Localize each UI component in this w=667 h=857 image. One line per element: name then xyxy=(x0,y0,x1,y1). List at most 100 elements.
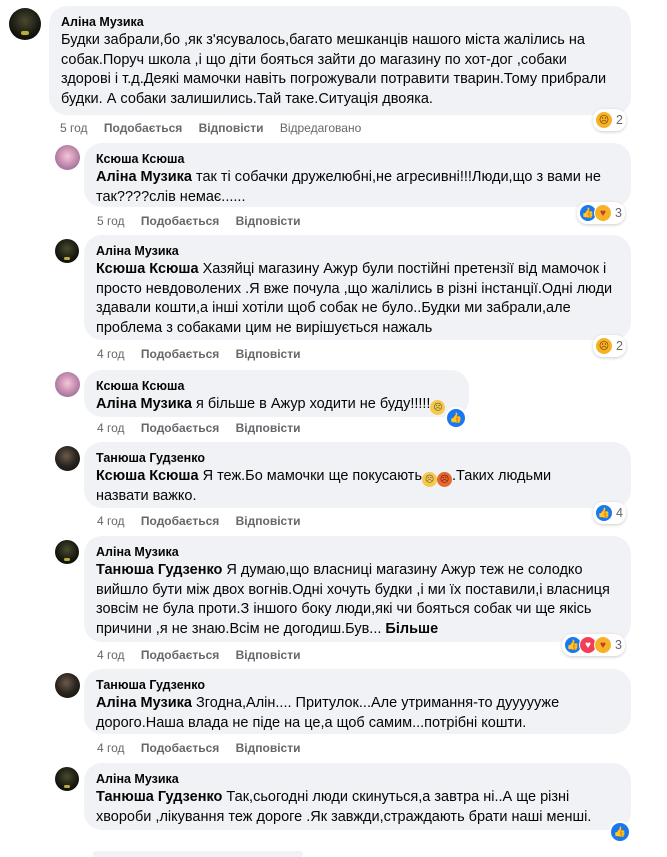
comment-time[interactable]: 4 год xyxy=(97,741,125,755)
mention-link[interactable]: Ксюша Ксюша xyxy=(96,468,199,484)
comment-actions: 4 год Подобається Відповісти xyxy=(97,513,313,529)
avatar[interactable] xyxy=(55,673,80,698)
comment-bubble: Аліна Музика Будки забрали,бо ,як з'ясув… xyxy=(49,6,631,115)
reply-button[interactable]: Відповісти xyxy=(236,214,301,228)
comment-bubble: Танюша Гудзенко Аліна Музика Згодна,Алін… xyxy=(84,669,631,734)
like-button[interactable]: Подобається xyxy=(141,421,219,435)
comment-body: я більше в Ажур ходити не буду!!!!! xyxy=(191,396,431,412)
avatar[interactable] xyxy=(55,372,80,397)
next-comment-bubble-edge xyxy=(93,851,303,857)
comment-time[interactable]: 4 год xyxy=(97,514,125,528)
comment-actions: 4 год Подобається Відповісти xyxy=(97,420,313,436)
comment-actions: 4 год Подобається Відповісти xyxy=(97,346,313,362)
sad-face-emoji: ☹ xyxy=(422,472,438,487)
reply-button[interactable]: Відповісти xyxy=(236,347,301,361)
avatar[interactable] xyxy=(55,446,80,471)
comment-item: Ксюша Ксюша Аліна Музика я більше в Ажур… xyxy=(0,367,667,439)
comment-item: Аліна Музика Танюша Гудзенко Я думаю,що … xyxy=(0,533,667,666)
comment-bubble: Аліна Музика Танюша Гудзенко Так,сьогодн… xyxy=(84,763,631,830)
reaction-summary[interactable]: ☹ 2 xyxy=(593,109,626,131)
reply-button[interactable]: Відповісти xyxy=(236,421,301,435)
mention-link[interactable]: Танюша Гудзенко xyxy=(96,789,222,805)
avatar[interactable] xyxy=(9,8,41,40)
comment-author[interactable]: Танюша Гудзенко xyxy=(96,450,619,466)
like-button[interactable]: Подобається xyxy=(141,214,219,228)
reaction-summary[interactable]: 👍 4 xyxy=(593,502,626,524)
comment-time[interactable]: 4 год xyxy=(97,347,125,361)
comment-text: Будки забрали,бо ,як з'ясувалось,багато … xyxy=(61,32,607,107)
care-reaction-icon: ♥ xyxy=(594,204,612,222)
reaction-summary[interactable]: 👍 ♥ 3 xyxy=(577,202,625,224)
comment-author[interactable]: Аліна Музика xyxy=(96,544,619,560)
sad-face-emoji: ☹ xyxy=(430,400,446,415)
reply-button[interactable]: Відповісти xyxy=(236,648,301,662)
reaction-count: 3 xyxy=(615,206,622,220)
comment-bubble: Ксюша Ксюша Аліна Музика я більше в Ажур… xyxy=(84,370,469,417)
comment-time[interactable]: 4 год xyxy=(97,421,125,435)
comment-author[interactable]: Ксюша Ксюша xyxy=(96,378,457,394)
see-more-link[interactable]: Більше xyxy=(385,621,438,637)
comment-text: Ксюша Ксюша Я теж.Бо мамочки ще покусают… xyxy=(96,467,619,507)
comment-item: Ксюша Ксюша Аліна Музика так ті собачки … xyxy=(0,140,667,232)
like-button[interactable]: Подобається xyxy=(141,648,219,662)
comment-item: Аліна Музика Будки забрали,бо ,як з'ясув… xyxy=(0,0,667,140)
like-button[interactable]: Подобається xyxy=(141,347,219,361)
comment-actions: 5 год Подобається Відповісти Відредагова… xyxy=(60,120,374,136)
avatar[interactable] xyxy=(55,145,80,170)
sad-reaction-icon: ☹ xyxy=(595,111,613,129)
mention-link[interactable]: Аліна Музика xyxy=(96,169,192,185)
mention-link[interactable]: Танюша Гудзенко xyxy=(96,562,222,578)
comment-text: Аліна Музика я більше в Ажур ходити не б… xyxy=(96,395,457,415)
comment-actions: 4 год Подобається Відповісти xyxy=(97,740,313,756)
reply-button[interactable]: Відповісти xyxy=(199,121,264,135)
angry-face-emoji: ☹ xyxy=(437,472,453,487)
reaction-count: 3 xyxy=(615,638,622,652)
comment-author[interactable]: Ксюша Ксюша xyxy=(96,151,619,167)
comment-text: Аліна Музика Згодна,Алін.... Притулок...… xyxy=(96,694,619,733)
like-reaction-icon[interactable]: 👍 xyxy=(445,407,467,429)
mention-link[interactable]: Аліна Музика xyxy=(96,396,192,412)
like-reaction-icon[interactable]: 👍 xyxy=(609,821,631,843)
like-button[interactable]: Подобається xyxy=(141,514,219,528)
avatar[interactable] xyxy=(55,540,79,564)
reaction-summary[interactable]: 👍 ♥ ♥ 3 xyxy=(562,634,625,656)
mention-link[interactable]: Ксюша Ксюша xyxy=(96,261,199,277)
comment-author[interactable]: Аліна Музика xyxy=(61,14,619,30)
comment-author[interactable]: Аліна Музика xyxy=(96,771,619,787)
comment-time[interactable]: 5 год xyxy=(60,121,88,135)
reaction-count: 4 xyxy=(616,506,623,520)
comment-item: Танюша Гудзенко Ксюша Ксюша Я теж.Бо мам… xyxy=(0,439,667,533)
comment-body: Я теж.Бо мамочки ще покусають xyxy=(198,468,423,484)
comment-item: Аліна Музика Танюша Гудзенко Так,сьогодн… xyxy=(0,760,667,857)
comment-text: Танюша Гудзенко Так,сьогодні люди скинут… xyxy=(96,788,619,827)
mention-link[interactable]: Аліна Музика xyxy=(96,695,192,711)
reaction-count: 2 xyxy=(616,113,623,127)
avatar[interactable] xyxy=(55,239,79,263)
comment-author[interactable]: Танюша Гудзенко xyxy=(96,677,619,693)
comment-item: Аліна Музика Ксюша Ксюша Хазяйці магазин… xyxy=(0,232,667,367)
reply-button[interactable]: Відповісти xyxy=(236,514,301,528)
comment-item: Танюша Гудзенко Аліна Музика Згодна,Алін… xyxy=(0,666,667,760)
comment-bubble: Аліна Музика Ксюша Ксюша Хазяйці магазин… xyxy=(84,235,631,340)
like-reaction-icon: 👍 xyxy=(595,504,613,522)
like-button[interactable]: Подобається xyxy=(141,741,219,755)
reply-button[interactable]: Відповісти xyxy=(236,741,301,755)
comment-time[interactable]: 5 год xyxy=(97,214,125,228)
comment-bubble: Ксюша Ксюша Аліна Музика так ті собачки … xyxy=(84,143,631,207)
comment-bubble: Танюша Гудзенко Ксюша Ксюша Я теж.Бо мам… xyxy=(84,442,631,508)
comment-text: Аліна Музика так ті собачки дружелюбні,н… xyxy=(96,168,619,207)
comment-actions: 5 год Подобається Відповісти xyxy=(97,213,313,229)
like-button[interactable]: Подобається xyxy=(104,121,182,135)
care-reaction-icon: ♥ xyxy=(594,636,612,654)
comment-time[interactable]: 4 год xyxy=(97,648,125,662)
comment-bubble: Аліна Музика Танюша Гудзенко Я думаю,що … xyxy=(84,536,631,642)
reaction-count: 2 xyxy=(616,339,623,353)
sad-reaction-icon: ☹ xyxy=(595,337,613,355)
comment-text: Танюша Гудзенко Я думаю,що власниці мага… xyxy=(96,561,619,639)
comment-author[interactable]: Аліна Музика xyxy=(96,243,619,259)
reaction-summary[interactable]: ☹ 2 xyxy=(593,335,626,357)
edited-label[interactable]: Відредаговано xyxy=(280,121,361,135)
comment-text: Ксюша Ксюша Хазяйці магазину Ажур були п… xyxy=(96,260,619,338)
comment-actions: 4 год Подобається Відповісти xyxy=(97,647,313,663)
avatar[interactable] xyxy=(55,767,79,791)
